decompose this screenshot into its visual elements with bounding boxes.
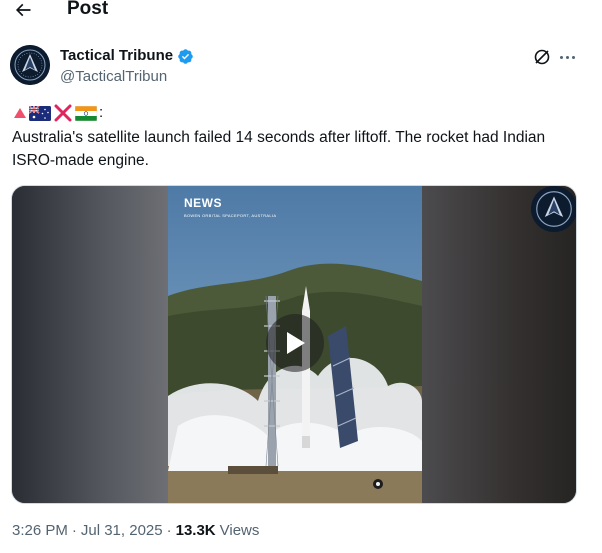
emoji-row: :: [13, 104, 103, 122]
post-date[interactable]: Jul 31, 2025: [81, 521, 163, 541]
page-title: Post: [67, 0, 109, 19]
tweet-text: Australia's satellite launch failed 14 s…: [12, 129, 546, 169]
play-icon: [287, 332, 305, 354]
red-cross-icon: [54, 104, 72, 122]
grok-button[interactable]: [532, 47, 552, 67]
post-time[interactable]: 3:26 PM: [12, 521, 68, 541]
play-button[interactable]: [266, 314, 324, 372]
more-options-button[interactable]: [556, 47, 578, 67]
author-display-name[interactable]: Tactical Tribune: [60, 46, 173, 66]
arrow-left-icon: [15, 3, 31, 17]
meta-separator: ·: [71, 522, 77, 539]
avatar[interactable]: [10, 45, 50, 85]
video-blur-right: [422, 186, 576, 503]
verified-badge-icon: [177, 48, 194, 65]
india-flag-icon: [75, 105, 97, 121]
views-count: 13.3K: [175, 522, 216, 539]
author-name-row: Tactical Tribune: [60, 46, 194, 66]
video-overlay-sub: BOWEN ORBITAL SPACEPORT, AUSTRALIA: [184, 213, 277, 218]
page-header: Post: [0, 0, 602, 24]
meta-separator-2: ·: [166, 522, 172, 539]
post-meta: 3:26 PM · Jul 31, 2025 · 13.3K Views: [12, 521, 259, 541]
back-button[interactable]: [10, 0, 36, 22]
red-triangle-icon: [14, 108, 26, 118]
video-blur-left: [12, 186, 168, 503]
author-handle[interactable]: @TacticalTribun: [60, 67, 167, 87]
more-horizontal-icon: [559, 55, 563, 59]
australia-flag-icon: [29, 105, 51, 121]
grok-icon: [534, 49, 550, 65]
views-label: Views: [219, 522, 260, 539]
tactical-tribune-logo: [10, 45, 50, 85]
emoji-suffix: :: [99, 104, 104, 121]
media-video[interactable]: NEWS BOWEN ORBITAL SPACEPORT, AUSTRALIA: [11, 185, 577, 504]
video-overlay-label: NEWS: [184, 196, 222, 210]
video-watermark-logo: [531, 186, 576, 232]
